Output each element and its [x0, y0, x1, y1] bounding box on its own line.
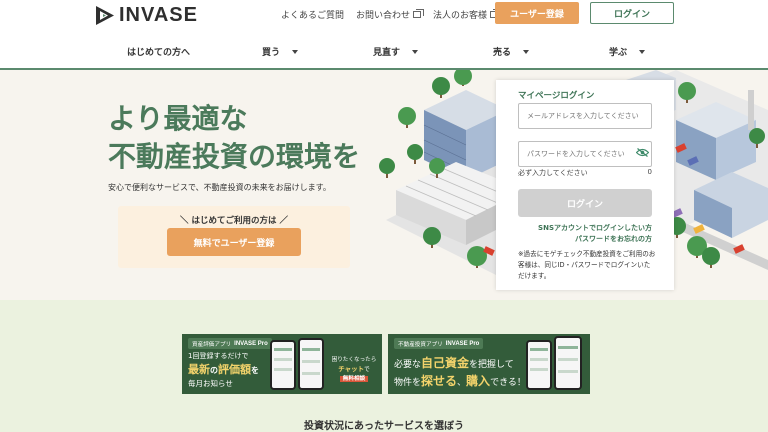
- corporate-link[interactable]: 法人のお客様: [433, 8, 502, 21]
- banner-line2-big1: 探せる: [421, 374, 458, 388]
- chat-bubble: 困りたくなったら チャットで 無料相談: [328, 356, 380, 386]
- banner-tag-label: 不動産投資アプリ: [398, 341, 443, 348]
- faq-link-label: よくあるご質問: [281, 11, 345, 21]
- banner-tag-brand: INVASE Pro: [445, 340, 480, 347]
- nav-item-label: はじめての方へ: [127, 48, 191, 58]
- services-heading: 投資状況にあったサービスを選ぼう: [304, 421, 464, 432]
- banner-line2-post: を: [251, 366, 259, 375]
- hero-title-line2: 不動産投資の環境を: [108, 140, 361, 173]
- nav-item-label: 買う: [262, 48, 281, 58]
- register-button[interactable]: ユーザー登録: [495, 2, 579, 24]
- forgot-password-link[interactable]: パスワードをお忘れの方: [575, 234, 652, 244]
- external-link-icon: [413, 9, 425, 18]
- password-field[interactable]: [518, 141, 652, 167]
- banner-line1-post: を把握して: [469, 360, 514, 370]
- sns-login-link[interactable]: SNSアカウントでログインしたい方: [538, 223, 652, 233]
- banner-line1-big: 自己資金: [421, 356, 470, 370]
- logo-text: INVASE: [119, 4, 198, 26]
- banner-line2: 物件を探せる、購入できる！: [394, 372, 526, 389]
- hero-title-line1: より最適な: [108, 102, 248, 135]
- banner-line1: 必要な自己資金を把握して: [394, 354, 514, 371]
- bubble-chat: チャット: [338, 365, 365, 373]
- banner-line2-mid: 、: [457, 378, 467, 388]
- banner-line1-pre: 必要な: [394, 360, 422, 370]
- faq-link[interactable]: よくあるご質問: [281, 8, 344, 21]
- banner-line2-pre: 最新: [188, 363, 210, 376]
- chevron-down-icon: [292, 49, 299, 54]
- required-hint: 必ず入力してください: [518, 169, 588, 177]
- contact-link[interactable]: お問い合わせ: [356, 8, 425, 21]
- banner-line1: 1回登録するだけで: [188, 352, 249, 360]
- free-signup-button[interactable]: 無料でユーザー登録: [167, 228, 301, 256]
- banner-line2-pre: 物件を: [394, 378, 422, 388]
- top-links: よくあるご質問 お問い合わせ 法人のお客様: [281, 8, 510, 21]
- nav-item-learn[interactable]: 学ぶ: [609, 45, 646, 58]
- nav-item-buy[interactable]: 買う: [262, 45, 299, 58]
- nav-item-beginners[interactable]: はじめての方へ: [127, 45, 190, 58]
- chevron-down-icon: [639, 49, 646, 54]
- banner-line2-mid: の: [210, 366, 218, 375]
- nav-item-sell[interactable]: 売る: [493, 45, 530, 58]
- banner-line3: 毎月お知らせ: [188, 379, 233, 388]
- phone-mockup: [270, 340, 296, 390]
- email-field[interactable]: [518, 103, 652, 129]
- banner-tag-brand: INVASE Pro: [234, 340, 268, 347]
- banner-line2-post: できる！: [490, 378, 526, 388]
- banner-tag: 不動産投資アプリ INVASE Pro: [394, 338, 484, 349]
- login-title: マイページログイン: [518, 91, 595, 101]
- cta-label: ＼ はじめてご利用の方は ／: [180, 216, 288, 226]
- corporate-link-label: 法人のお客様: [433, 11, 488, 21]
- eye-off-icon[interactable]: [636, 148, 649, 157]
- password-hint: 必ず入力してください 0: [518, 168, 652, 178]
- banner-line2-hl: 評価額: [218, 363, 251, 376]
- main-nav: はじめての方へ 買う 見直す 売る 学ぶ: [0, 45, 768, 63]
- logo[interactable]: INVASE: [96, 4, 198, 27]
- logo-mark-icon: [96, 6, 114, 25]
- banner-line2-big2: 購入: [466, 374, 491, 388]
- chevron-down-icon: [412, 49, 419, 54]
- chevron-down-icon: [523, 49, 530, 54]
- bubble-line2: で: [364, 367, 370, 373]
- hero-subtitle: 安心で便利なサービスで、不動産投資の未来をお届けします。: [108, 183, 331, 192]
- app-banner-investment[interactable]: 不動産投資アプリ INVASE Pro 必要な自己資金を把握して 物件を探せる、…: [388, 334, 590, 394]
- login-notice: ※過去にモゲチェック不動産投資をご利用のお客様は、同じID・パスワードでログイン…: [518, 250, 656, 280]
- phone-mockup: [526, 340, 552, 390]
- banner-line2: 最新の評価額を: [188, 361, 259, 377]
- nav-item-label: 見直す: [373, 48, 401, 58]
- app-banner-valuation[interactable]: 資産評価アプリ INVASE Pro 1回登録するだけで 最新の評価額を 毎月お…: [182, 334, 382, 394]
- phone-mockup: [554, 336, 582, 390]
- services-section: 資産評価アプリ INVASE Pro 1回登録するだけで 最新の評価額を 毎月お…: [0, 300, 768, 432]
- nav-item-label: 売る: [493, 48, 512, 58]
- header-login-button[interactable]: ログイン: [590, 2, 674, 24]
- phone-mockup: [298, 338, 324, 390]
- banner-tag-label: 資産評価アプリ: [192, 341, 232, 348]
- char-count: 0: [647, 168, 652, 176]
- signup-cta-box: ＼ はじめてご利用の方は ／ 無料でユーザー登録: [118, 206, 350, 268]
- hero-title: より最適な 不動産投資の環境を: [108, 100, 360, 176]
- banner-tag: 資産評価アプリ INVASE Pro: [188, 338, 272, 349]
- login-button[interactable]: ログイン: [518, 189, 652, 217]
- nav-item-review[interactable]: 見直す: [373, 45, 419, 58]
- login-card: マイページログイン 必ず入力してください 0 ログイン SNSアカウントでログイ…: [496, 80, 674, 290]
- bubble-free-consult: 無料相談: [339, 376, 369, 382]
- site-header: INVASE よくあるご質問 お問い合わせ 法人のお客様 ユーザー登録 ログイン…: [0, 0, 768, 70]
- nav-item-label: 学ぶ: [609, 48, 628, 58]
- bubble-line1: 困りたくなったら: [331, 357, 377, 363]
- contact-link-label: お問い合わせ: [356, 11, 411, 21]
